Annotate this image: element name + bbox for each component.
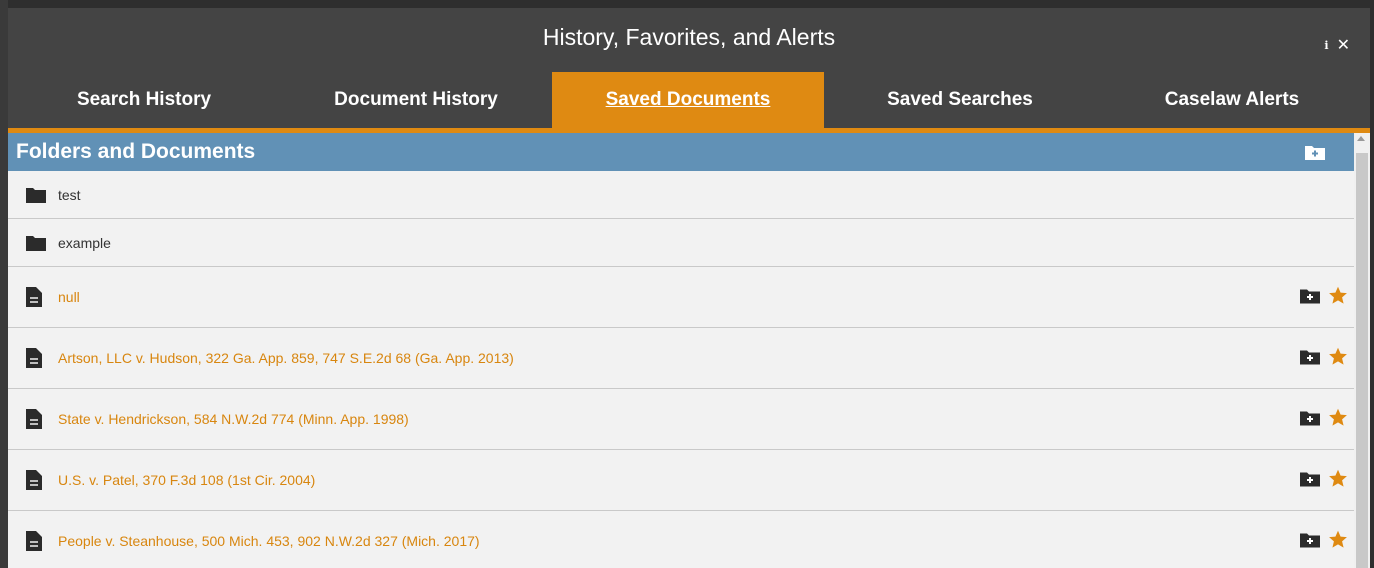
document-icon <box>26 348 48 368</box>
star-icon[interactable] <box>1328 408 1348 431</box>
document-link[interactable]: U.S. v. Patel, 370 F.3d 108 (1st Cir. 20… <box>58 472 315 488</box>
document-icon <box>26 287 48 307</box>
section-title: Folders and Documents <box>16 140 256 163</box>
add-to-folder-icon[interactable] <box>1299 531 1321 552</box>
folder-plus-icon[interactable] <box>1304 143 1326 161</box>
scroll-thumb[interactable] <box>1356 153 1368 568</box>
add-to-folder-icon[interactable] <box>1299 470 1321 491</box>
folder-name: test <box>58 186 81 203</box>
folders-documents-list: Folders and Documents test example null … <box>8 133 1354 568</box>
document-icon <box>26 470 48 490</box>
document-icon <box>26 409 48 429</box>
background-page-edge <box>0 0 8 568</box>
folder-row-test[interactable]: test <box>8 171 1354 219</box>
document-icon <box>26 531 48 551</box>
tab-search-history[interactable]: Search History <box>8 72 280 128</box>
saved-documents-panel: Folders and Documents test example null … <box>8 133 1370 568</box>
document-row[interactable]: Artson, LLC v. Hudson, 322 Ga. App. 859,… <box>8 328 1354 389</box>
document-link[interactable]: null <box>58 289 80 305</box>
tab-saved-searches[interactable]: Saved Searches <box>824 72 1096 128</box>
add-to-folder-icon[interactable] <box>1299 287 1321 308</box>
tab-saved-documents[interactable]: Saved Documents <box>552 72 824 128</box>
star-icon[interactable] <box>1328 469 1348 492</box>
vertical-scrollbar[interactable] <box>1354 133 1370 568</box>
tab-bar: Search History Document History Saved Do… <box>8 72 1370 133</box>
folder-name: example <box>58 234 111 251</box>
folder-icon <box>26 185 48 205</box>
document-row[interactable]: People v. Steanhouse, 500 Mich. 453, 902… <box>8 511 1354 568</box>
folder-row-example[interactable]: example <box>8 219 1354 267</box>
document-link[interactable]: Artson, LLC v. Hudson, 322 Ga. App. 859,… <box>58 350 514 366</box>
close-icon[interactable]: ✕ <box>1337 35 1350 55</box>
document-link[interactable]: People v. Steanhouse, 500 Mich. 453, 902… <box>58 533 480 549</box>
star-icon[interactable] <box>1328 286 1348 309</box>
document-row[interactable]: null <box>8 267 1354 328</box>
section-header: Folders and Documents <box>8 133 1354 171</box>
add-to-folder-icon[interactable] <box>1299 409 1321 430</box>
scroll-up-arrow-icon[interactable] <box>1357 136 1365 141</box>
star-icon[interactable] <box>1328 347 1348 370</box>
document-row[interactable]: U.S. v. Patel, 370 F.3d 108 (1st Cir. 20… <box>8 450 1354 511</box>
add-to-folder-icon[interactable] <box>1299 348 1321 369</box>
star-icon[interactable] <box>1328 530 1348 553</box>
tab-caselaw-alerts[interactable]: Caselaw Alerts <box>1096 72 1368 128</box>
document-row[interactable]: State v. Hendrickson, 584 N.W.2d 774 (Mi… <box>8 389 1354 450</box>
history-favorites-alerts-dialog: History, Favorites, and Alerts i ✕ Searc… <box>8 8 1370 568</box>
document-link[interactable]: State v. Hendrickson, 584 N.W.2d 774 (Mi… <box>58 411 409 427</box>
info-icon[interactable]: i <box>1324 39 1328 52</box>
dialog-title-bar: History, Favorites, and Alerts i ✕ <box>8 8 1370 72</box>
folder-icon <box>26 233 48 253</box>
tab-document-history[interactable]: Document History <box>280 72 552 128</box>
dialog-title: History, Favorites, and Alerts <box>542 24 836 50</box>
